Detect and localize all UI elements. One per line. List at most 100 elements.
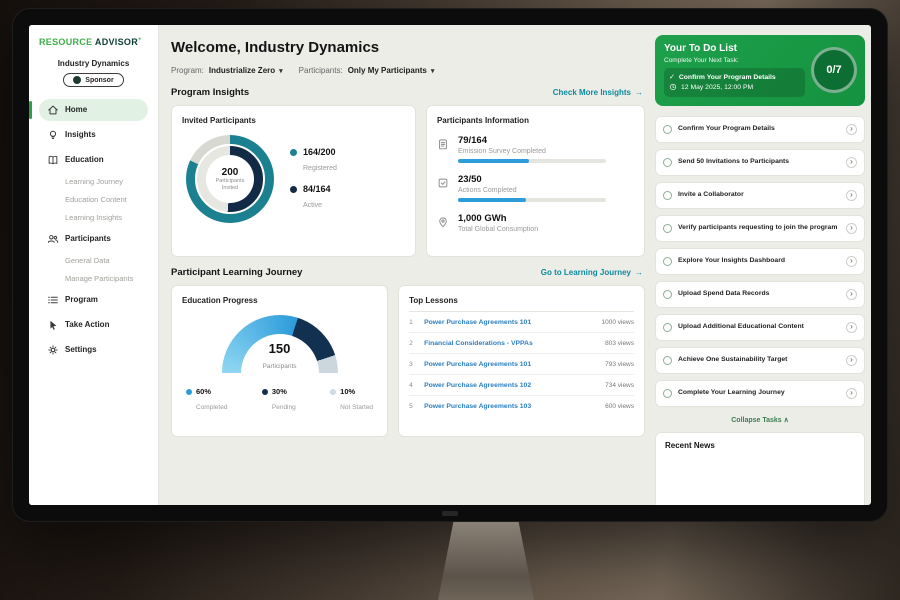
home-icon — [47, 104, 59, 116]
chevron-right-icon[interactable]: › — [846, 256, 857, 267]
task-item[interactable]: Invite a Collaborator › — [655, 182, 865, 209]
book-icon — [47, 154, 59, 166]
top-lessons-card: Top Lessons 1 Power Purchase Agreements … — [398, 285, 645, 437]
sidebar-item-take-action[interactable]: Take Action — [39, 314, 148, 336]
next-task-due: 12 May 2025, 12:00 PM — [681, 84, 753, 91]
list-icon — [47, 294, 59, 306]
learning-cards-row: Education Progress 150 Participants — [171, 285, 645, 437]
chevron-right-icon[interactable]: › — [846, 124, 857, 135]
task-checkbox[interactable] — [663, 224, 672, 233]
chevron-right-icon[interactable]: › — [846, 289, 857, 300]
chevron-right-icon[interactable]: › — [846, 190, 857, 201]
chevron-right-icon[interactable]: › — [846, 157, 857, 168]
task-item[interactable]: Send 50 Invitations to Participants › — [655, 149, 865, 176]
chevron-right-icon[interactable]: › — [846, 355, 857, 366]
invited-participants-card: Invited Participants 200 Participants In… — [171, 105, 416, 257]
legend-item-pending: 30%Pending — [262, 387, 296, 414]
task-checkbox[interactable] — [663, 389, 672, 398]
chevron-right-icon[interactable]: › — [846, 223, 857, 234]
participants-information-card: Participants Information 79/164 Emission… — [426, 105, 645, 257]
todo-progress-value: 0/7 — [826, 64, 841, 76]
app-logo: RESOURCE ADVISOR+ — [39, 37, 148, 47]
task-item[interactable]: Achieve One Sustainability Target › — [655, 347, 865, 374]
participants-select[interactable]: Only My Participants ▾ — [348, 66, 435, 75]
lesson-views: 600 views — [605, 403, 634, 410]
sidebar-item-home[interactable]: Home — [39, 99, 148, 121]
legend-label: Pending — [272, 404, 296, 411]
task-label: Explore Your Insights Dashboard — [678, 257, 840, 266]
donut-legend: 164/200 Registered 84/164 Active — [290, 138, 337, 221]
info-row-actions: 23/50 Actions Completed — [437, 174, 634, 202]
sidebar-item-participants[interactable]: Participants — [39, 228, 148, 250]
logo-advisor: ADVISOR — [95, 37, 138, 47]
lesson-rank: 3 — [409, 361, 417, 368]
task-item[interactable]: Complete Your Learning Journey › — [655, 380, 865, 407]
collapse-tasks-link[interactable]: Collapse Tasks ∧ — [655, 416, 865, 424]
progress-bar — [458, 198, 606, 202]
program-select[interactable]: Industrialize Zero ▾ — [209, 66, 283, 75]
program-select-value: Industrialize Zero — [209, 66, 275, 75]
sponsor-icon — [73, 76, 81, 84]
gauge-center-value: 150 — [222, 342, 338, 355]
sidebar-item-education[interactable]: Education — [39, 149, 148, 171]
donut-center-value: 200 — [222, 167, 239, 178]
task-checkbox[interactable] — [663, 323, 672, 332]
task-item[interactable]: Upload Spend Data Records › — [655, 281, 865, 308]
org-name: Industry Dynamics — [39, 59, 148, 68]
lesson-link[interactable]: Power Purchase Agreements 101 — [424, 319, 594, 326]
task-item[interactable]: Upload Additional Educational Content › — [655, 314, 865, 341]
section-title: Program Insights — [171, 87, 249, 98]
task-checkbox[interactable] — [663, 356, 672, 365]
sidebar-item-education-content[interactable]: Education Content — [39, 190, 148, 208]
chevron-right-icon[interactable]: › — [846, 388, 857, 399]
task-checkbox[interactable] — [663, 191, 672, 200]
lesson-row: 4 Power Purchase Agreements 102 734 view… — [409, 375, 634, 396]
cursor-icon — [47, 319, 59, 331]
lesson-link[interactable]: Financial Considerations - VPPAs — [424, 340, 598, 347]
monitor-stand — [438, 522, 534, 600]
page-title: Welcome, Industry Dynamics — [171, 39, 645, 56]
task-checkbox[interactable] — [663, 125, 672, 134]
sidebar-item-insights[interactable]: Insights — [39, 124, 148, 146]
sidebar-item-learning-journey[interactable]: Learning Journey — [39, 172, 148, 190]
lesson-row: 3 Power Purchase Agreements 101 793 view… — [409, 354, 634, 375]
legend-label: Registered — [303, 165, 337, 172]
lesson-link[interactable]: Power Purchase Agreements 101 — [424, 361, 598, 368]
task-label: Complete Your Learning Journey — [678, 389, 840, 398]
go-to-learning-journey-link[interactable]: Go to Learning Journey → — [541, 268, 643, 277]
task-list: Confirm Your Program Details › Send 50 I… — [655, 116, 865, 407]
task-item[interactable]: Explore Your Insights Dashboard › — [655, 248, 865, 275]
sidebar-item-learning-insights[interactable]: Learning Insights — [39, 208, 148, 226]
gauge-center-caption: Participants — [263, 363, 297, 370]
legend-label: Active — [303, 202, 322, 209]
sidebar-item-label: Home — [65, 105, 87, 114]
chevron-right-icon[interactable]: › — [846, 322, 857, 333]
scene-background: RESOURCE ADVISOR+ Industry Dynamics Spon… — [0, 0, 900, 600]
invited-donut-chart: 200 Participants Invited — [186, 135, 274, 223]
task-item[interactable]: Verify participants requesting to join t… — [655, 215, 865, 242]
sidebar-item-general-data[interactable]: General Data — [39, 251, 148, 269]
lesson-row: 5 Power Purchase Agreements 103 600 view… — [409, 396, 634, 416]
sponsor-badge[interactable]: Sponsor — [63, 73, 123, 87]
task-item[interactable]: Confirm Your Program Details › — [655, 116, 865, 143]
arrow-right-icon: → — [635, 268, 643, 277]
check-square-icon — [437, 174, 450, 202]
next-task-box: ✓ Confirm Your Program Details 12 May 20… — [664, 68, 805, 97]
lesson-link[interactable]: Power Purchase Agreements 102 — [424, 382, 598, 389]
sidebar-item-program[interactable]: Program — [39, 289, 148, 311]
task-checkbox[interactable] — [663, 158, 672, 167]
task-label: Upload Additional Educational Content — [678, 323, 840, 332]
check-more-insights-link[interactable]: Check More Insights → — [553, 88, 643, 97]
sidebar-item-settings[interactable]: Settings — [39, 339, 148, 361]
sidebar-item-manage-participants[interactable]: Manage Participants — [39, 269, 148, 287]
task-checkbox[interactable] — [663, 257, 672, 266]
task-checkbox[interactable] — [663, 290, 672, 299]
legend-dot-gray — [330, 389, 336, 395]
task-label: Upload Spend Data Records — [678, 290, 840, 299]
sidebar-item-label: Insights — [65, 130, 96, 139]
program-filter-label: Program: — [171, 66, 204, 75]
link-label: Check More Insights — [553, 88, 631, 97]
legend-value: 164/200 — [303, 147, 337, 157]
lesson-link[interactable]: Power Purchase Agreements 103 — [424, 403, 598, 410]
info-row-emission-survey: 79/164 Emission Survey Completed — [437, 135, 634, 163]
